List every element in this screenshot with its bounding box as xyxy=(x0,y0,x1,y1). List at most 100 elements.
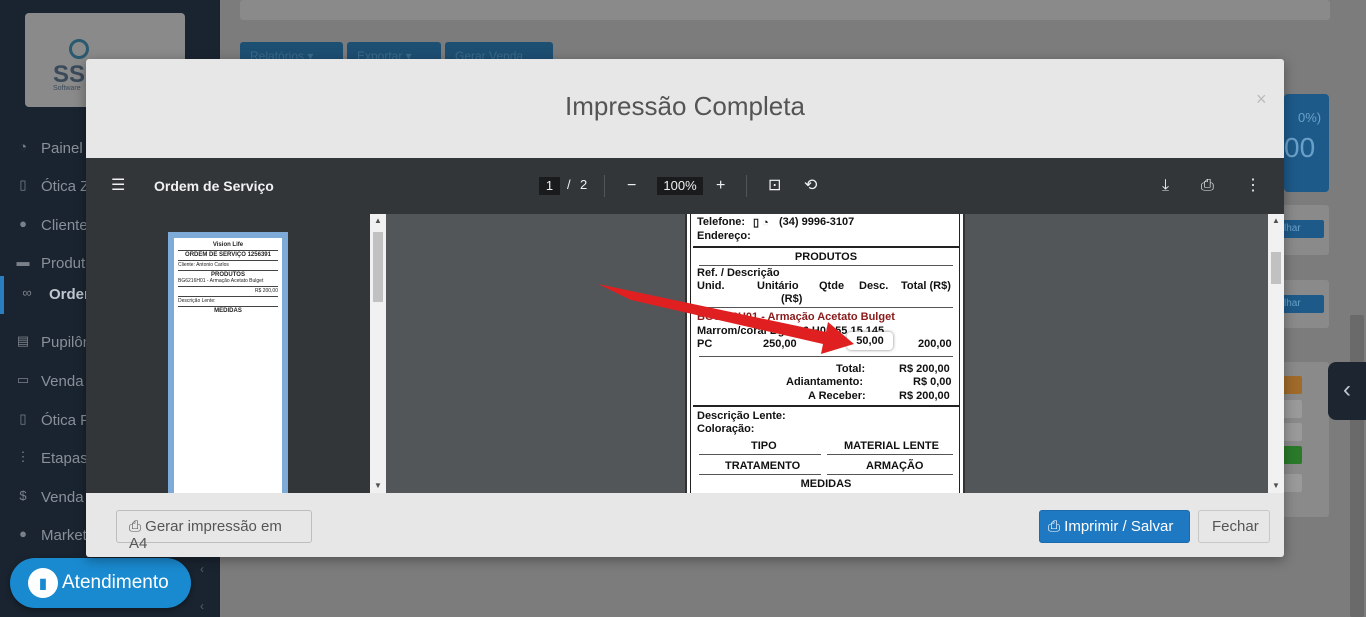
bg-badge xyxy=(1282,423,1302,441)
dashboard-icon: ◔ xyxy=(19,139,27,154)
item-unid: PC xyxy=(697,338,713,350)
atendimento-button[interactable]: ▮ Atendimento xyxy=(10,558,191,608)
zoom-in-icon[interactable]: + xyxy=(716,176,725,196)
toolbar-divider xyxy=(746,175,747,197)
page-total: 2 xyxy=(580,177,588,192)
advance-value: R$ 0,00 xyxy=(913,376,952,388)
item-description: BG6216H01 - Armação Acetato Bulget xyxy=(697,311,895,323)
item-total: 200,00 xyxy=(918,338,952,350)
panel-toggle-button[interactable]: ‹ xyxy=(1328,362,1366,420)
lens-description: Descrição Lente: xyxy=(697,410,786,422)
thumbnail-total: R$ 200,00 xyxy=(178,286,278,294)
print-icon[interactable]: ⎙ xyxy=(1201,176,1214,196)
thumbnail-products: PRODUTOS xyxy=(178,270,278,278)
thumbnail-page: Vision Life ORDEM DE SERVIÇO 1256391 Cli… xyxy=(174,238,282,493)
address-label: Endereço: xyxy=(697,230,751,242)
item-unit-price: 250,00 xyxy=(763,338,797,350)
col-material: MATERIAL LENTE xyxy=(844,440,939,452)
measures-title: MEDIDAS xyxy=(800,478,852,490)
divider xyxy=(827,454,953,455)
modal-close-button[interactable]: × xyxy=(1256,89,1267,110)
bg-badge xyxy=(1282,376,1302,394)
thumbnail-scrollbar[interactable]: ▲ ▼ xyxy=(370,214,386,493)
divider xyxy=(693,246,959,248)
chevron-left-icon: ‹ xyxy=(1343,376,1351,403)
fit-page-icon[interactable]: ⊡ xyxy=(768,176,781,196)
scroll-up-icon[interactable]: ▲ xyxy=(1268,214,1284,228)
zoom-out-icon[interactable]: − xyxy=(627,176,636,196)
divider xyxy=(699,454,821,455)
atendimento-label: Atendimento xyxy=(62,572,169,593)
menu-icon[interactable]: ☰ xyxy=(111,176,125,196)
col-tipo: TIPO xyxy=(751,440,777,452)
divider xyxy=(699,307,953,308)
print-icon: ⎙ xyxy=(129,518,146,535)
page-scrollbar[interactable] xyxy=(1350,315,1364,617)
rotate-icon[interactable]: ⟲ xyxy=(804,176,817,196)
scroll-up-icon[interactable]: ▲ xyxy=(370,214,386,228)
thumbnail-item: BG6216H01 - Armação Acetato Bulget xyxy=(178,278,264,284)
thumbnail-client: Cliente: Antonio Carlos xyxy=(178,260,278,268)
a4-print-label: Gerar impressão em A4 xyxy=(129,518,282,552)
zoom-input[interactable]: 100% xyxy=(657,177,703,195)
more-options-icon[interactable]: ⋮ xyxy=(1245,176,1261,196)
thumbnail-measures: MEDIDAS xyxy=(178,306,278,314)
mobile-icon: ▯ xyxy=(19,411,27,426)
sidebar-item-label: Ótica Z xyxy=(41,178,90,195)
users-icon: ● xyxy=(19,216,27,231)
download-icon[interactable]: ⤓ xyxy=(1162,176,1169,196)
page-thumbnail[interactable]: Vision Life ORDEM DE SERVIÇO 1256391 Cli… xyxy=(168,232,288,493)
chat-icon: ● xyxy=(19,526,27,541)
col-total: Total (R$) xyxy=(901,280,951,292)
print-modal: Impressão Completa × ☰ Ordem de Serviço … xyxy=(86,59,1284,557)
phone-label: Telefone: xyxy=(697,216,746,228)
item-discount-highlight: 50,00 xyxy=(847,332,893,350)
print-save-button[interactable]: ⎙ Imprimir / Salvar xyxy=(1039,510,1190,543)
thumbnail-panel: Vision Life ORDEM DE SERVIÇO 1256391 Cli… xyxy=(86,214,386,493)
thumbnail-lens: Descrição Lente: xyxy=(178,296,278,304)
sidebar-item-label: Venda xyxy=(41,489,84,506)
pdf-scrollbar[interactable]: ▲ ▼ xyxy=(1268,214,1284,493)
cart-icon: ▬ xyxy=(16,254,30,269)
item-qtde: 1 xyxy=(838,338,845,350)
bg-small-button: lhar xyxy=(1280,295,1324,313)
col-armacao: ARMAÇÃO xyxy=(866,460,924,472)
sidebar-item-label: Market xyxy=(41,527,87,544)
file-icon: ▤ xyxy=(16,333,30,348)
book-icon: ▮ xyxy=(28,568,58,598)
thumbnail-company: Vision Life xyxy=(212,242,244,248)
scroll-down-icon[interactable]: ▼ xyxy=(1268,479,1284,493)
col-tratamento: TRATAMENTO xyxy=(725,460,801,472)
print-save-label: Imprimir / Salvar xyxy=(1064,518,1174,535)
bg-badge xyxy=(1282,474,1302,492)
products-title: PRODUTOS xyxy=(794,251,858,263)
toolbar-divider xyxy=(604,175,605,197)
bg-stat-pct: 0%) xyxy=(1298,110,1322,125)
close-button[interactable]: Fechar xyxy=(1198,510,1270,543)
page-number-input[interactable]: 1 xyxy=(539,177,560,195)
receipt-body: Cliente: Antonio Carlos Telefone: ▯ ◔ (3… xyxy=(690,214,960,493)
bg-stat-number: 00 xyxy=(1284,132,1316,163)
chevron-left-icon: ‹ xyxy=(200,562,204,576)
phone-number: (34) 9996-3107 xyxy=(779,216,855,228)
sidebar-item-label: Cliente xyxy=(41,217,88,234)
car-icon: ▭ xyxy=(16,372,30,387)
a4-print-button[interactable]: ⎙ Gerar impressão em A4 xyxy=(116,510,312,552)
receivable-value: R$ 200,00 xyxy=(899,390,950,402)
bg-small-button: lhar xyxy=(1280,220,1324,238)
receivable-label: A Receber: xyxy=(808,390,866,402)
chevron-left-icon: ‹ xyxy=(200,599,204,613)
divider xyxy=(699,265,953,266)
coloring: Coloração: xyxy=(697,423,755,435)
scroll-down-icon[interactable]: ▼ xyxy=(370,479,386,493)
pdf-toolbar: ☰ Ordem de Serviço 1 / 2 − 100% + ⊡ ⟲ ⤓ … xyxy=(86,158,1284,214)
scroll-thumb[interactable] xyxy=(373,232,383,302)
bg-card xyxy=(240,0,1330,20)
pdf-page-area: Cliente: Antonio Carlos Telefone: ▯ ◔ (3… xyxy=(386,214,1268,493)
divider xyxy=(699,356,953,357)
scroll-thumb[interactable] xyxy=(1271,252,1281,284)
col-unit: Unitário xyxy=(757,280,799,292)
col-desc: Desc. xyxy=(859,280,889,292)
divider xyxy=(827,474,953,475)
logo-subtext: Software xyxy=(53,85,81,92)
